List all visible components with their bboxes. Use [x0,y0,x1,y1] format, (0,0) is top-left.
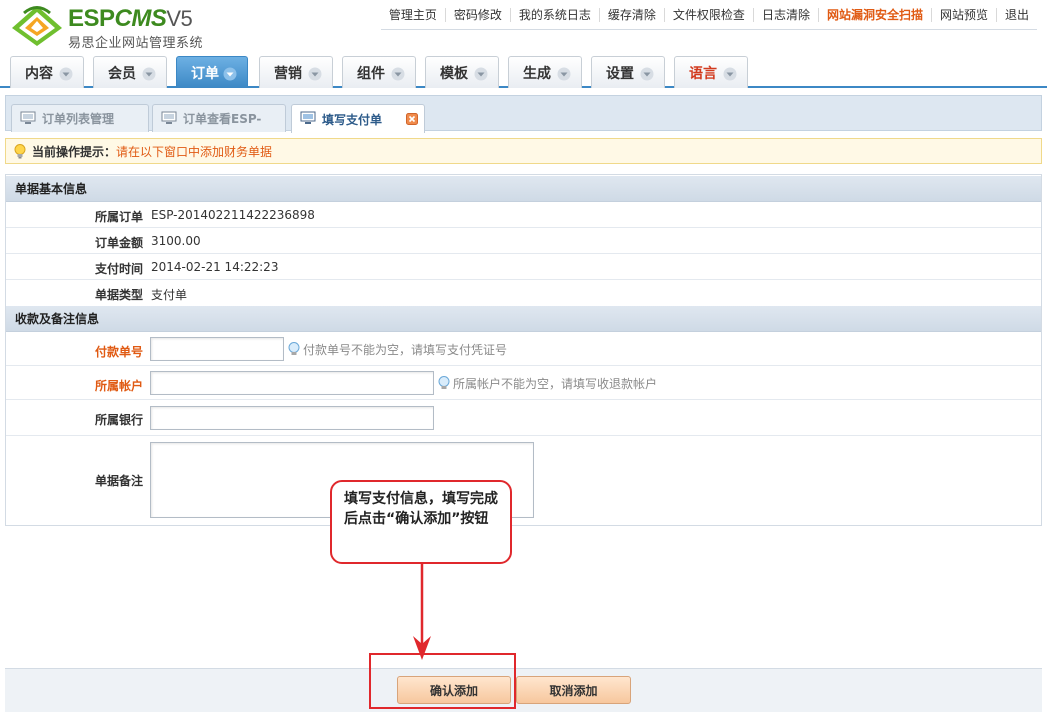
toplink-clear-cache[interactable]: 缓存清除 [598,7,664,22]
monitor-icon [20,111,36,124]
brand-title: ESPCMSV5 [68,5,193,32]
info-value-type: 支付单 [151,288,188,302]
tab-order-list[interactable]: 订单列表管理 [11,104,149,132]
info-row-pay-time: 支付时间 2014-02-21 14:22:23 [6,254,1041,280]
header: ESPCMSV5 易思企业网站管理系统 管理主页 密码修改 我的系统日志 缓存清… [0,0,1047,51]
section-payment-info: 收款及备注信息 [6,306,1041,332]
monitor-icon [161,111,177,124]
toplink-home[interactable]: 管理主页 [381,8,445,22]
info-row-order: 所属订单 ESP-201402211422236898 [6,202,1041,228]
nav-item-label: 语言 [689,65,717,82]
logo[interactable]: ESPCMSV5 易思企业网站管理系统 [10,4,220,51]
info-label: 单据类型 [94,288,143,302]
nav-item-component[interactable]: 组件 [342,56,416,88]
arrow-down-icon [413,564,431,660]
nav-item-label: 内容 [25,65,53,82]
info-value-order-no: ESP-201402211422236898 [151,208,315,222]
info-label: 订单金额 [94,236,143,250]
nav-item-order[interactable]: 订单 [176,56,248,88]
tip-text: 付款单号不能为空，请填写支付凭证号 [303,343,508,357]
nav-item-template[interactable]: 模板 [425,56,499,88]
nav-item-label: 会员 [108,65,136,82]
account-input[interactable] [150,371,434,395]
tab-bar: 订单列表管理 订单查看ESP- 填写支付单 [5,95,1042,133]
top-links: 管理主页 密码修改 我的系统日志 缓存清除 文件权限检查 日志清除 网站漏洞安全… [380,0,1037,30]
tab-label: 填写支付单 [322,112,383,127]
monitor-icon [300,111,316,124]
section-basic-info: 单据基本信息 [6,176,1041,202]
nav-item-label: 模板 [440,65,468,82]
nav-item-content[interactable]: 内容 [10,56,84,88]
nav-item-settings[interactable]: 设置 [591,56,665,88]
cancel-add-button[interactable]: 取消添加 [516,676,631,704]
chevron-down-icon [308,67,322,81]
chevron-down-icon [640,67,654,81]
toplink-my-log[interactable]: 我的系统日志 [509,7,599,22]
account-label: 所属帐户 [94,379,143,393]
pay-no-label: 付款单号 [94,345,143,359]
nav-item-label: 订单 [191,65,219,82]
form-panel: 单据基本信息 所属订单 ESP-201402211422236898 订单金额 … [5,174,1042,526]
toplink-preview[interactable]: 网站预览 [930,7,996,22]
bank-input[interactable] [150,406,434,430]
form-row-remark: 单据备注 [6,436,1041,525]
tab-order-view[interactable]: 订单查看ESP- [152,104,286,132]
nav-item-language[interactable]: 语言 [674,56,748,88]
chevron-down-icon [723,67,737,81]
lightbulb-icon [14,144,26,159]
nav-item-label: 设置 [606,65,634,82]
nav-item-label: 营销 [274,65,302,82]
operation-hint: 当前操作提示： 请在以下窗口中添加财务单据 [5,138,1042,164]
toplink-clear-log[interactable]: 日志清除 [752,7,818,22]
chevron-down-icon [59,67,73,81]
info-value-pay-time: 2014-02-21 14:22:23 [151,260,279,274]
account-tip: 所属帐户不能为空，请填写收退款帐户 [438,375,657,392]
hint-label: 当前操作提示： [32,144,117,159]
pay-no-tip: 付款单号不能为空，请填写支付凭证号 [288,341,507,358]
brand-subtitle: 易思企业网站管理系统 [68,36,204,51]
toplink-file-permission[interactable]: 文件权限检查 [663,7,753,22]
nav-item-marketing[interactable]: 营销 [259,56,333,88]
chevron-down-icon [142,67,156,81]
form-row-bank: 所属银行 [6,400,1041,436]
tab-label: 订单查看ESP- [183,112,262,126]
info-label: 所属订单 [94,210,143,224]
info-row-type: 单据类型 支付单 [6,280,1041,306]
info-label: 支付时间 [94,262,143,276]
lightbulb-icon [438,376,450,389]
hint-message: 请在以下窗口中添加财务单据 [116,144,273,159]
close-icon[interactable] [406,113,418,125]
bank-label: 所属银行 [94,413,143,427]
tip-text: 所属帐户不能为空，请填写收退款帐户 [453,377,658,391]
confirm-button-highlight [369,653,516,709]
remark-label: 单据备注 [94,474,143,488]
chevron-down-icon [474,67,488,81]
chevron-down-icon [391,67,405,81]
tab-fill-payment[interactable]: 填写支付单 [291,104,425,133]
info-row-amount: 订单金额 3100.00 [6,228,1041,254]
main-nav: 内容 会员 订单 营销 组件 模板 生成 设置 语言 [0,54,1047,88]
lightbulb-icon [288,342,300,355]
form-row-pay-no: 付款单号 付款单号不能为空，请填写支付凭证号 [6,332,1041,366]
pay-no-input[interactable] [150,337,284,361]
nav-item-label: 生成 [523,65,551,82]
toplink-password[interactable]: 密码修改 [444,7,510,22]
chevron-down-icon [557,67,571,81]
instruction-callout: 填写支付信息，填写完成后点击“确认添加”按钮 [330,480,512,564]
info-value-amount: 3100.00 [151,234,201,248]
form-row-account: 所属帐户 所属帐户不能为空，请填写收退款帐户 [6,366,1041,400]
nav-item-member[interactable]: 会员 [93,56,167,88]
nav-item-generate[interactable]: 生成 [508,56,582,88]
tab-label: 订单列表管理 [42,112,115,126]
nav-item-label: 组件 [357,65,385,82]
espcms-logo-icon [12,6,62,46]
toplink-security-scan[interactable]: 网站漏洞安全扫描 [817,7,931,22]
chevron-down-icon [223,67,237,81]
toplink-logout[interactable]: 退出 [995,7,1037,22]
